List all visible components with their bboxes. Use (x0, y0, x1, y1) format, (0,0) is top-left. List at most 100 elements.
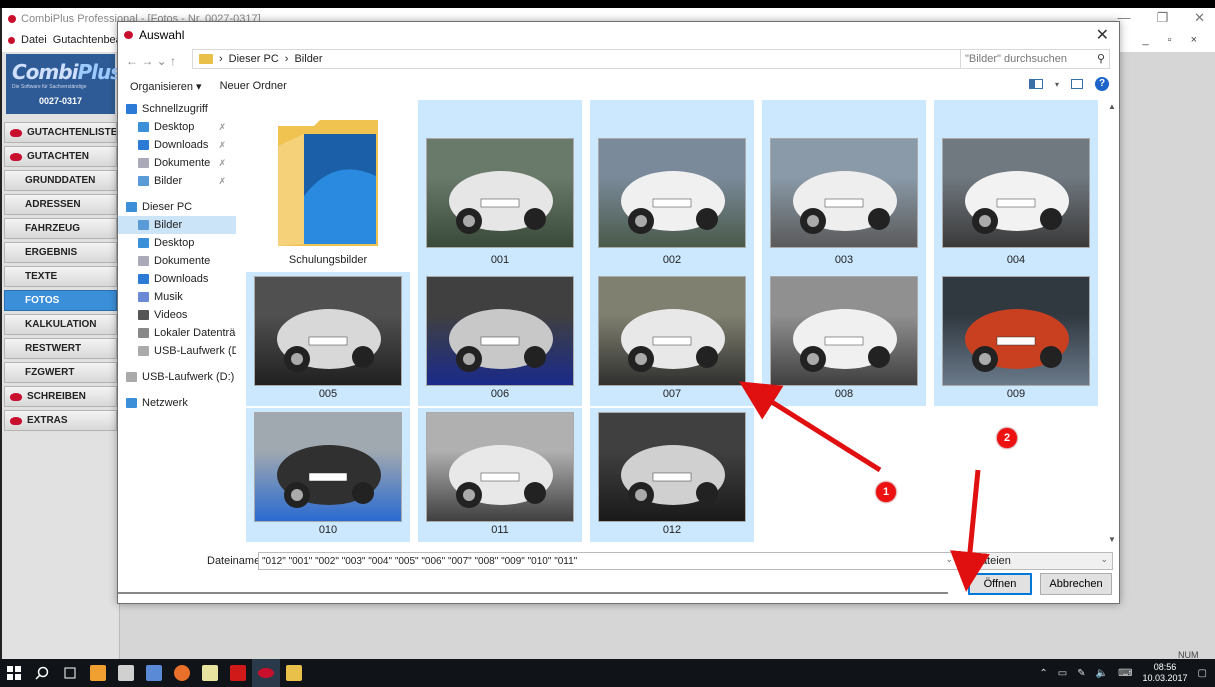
nav-pane-item-desktop[interactable]: Desktop ✗ (118, 118, 236, 136)
breadcrumb-dieser-pc[interactable]: Dieser PC (229, 53, 279, 65)
volume-icon[interactable]: 🔈 (1096, 668, 1108, 679)
nav-pane-item-dieser-pc[interactable]: Dieser PC (118, 198, 236, 216)
pin-icon[interactable]: ✗ (218, 176, 226, 187)
open-button[interactable]: Öffnen (968, 573, 1032, 595)
photo-item[interactable]: 001 (418, 100, 582, 272)
restore-button[interactable]: ❐ (1156, 10, 1168, 26)
photo-item[interactable]: 005 (246, 272, 410, 406)
view-options-icon[interactable] (1028, 79, 1043, 89)
nav-pane-item-lokaler-datenträger[interactable]: Lokaler Datenträger (118, 324, 236, 342)
search-taskbar-icon[interactable] (28, 659, 56, 687)
photo-item[interactable]: 002 (590, 100, 754, 272)
nav-pane-item-musik[interactable]: Musik (118, 288, 236, 306)
photo-item[interactable]: 006 (418, 272, 582, 406)
sidebar-item-gutachten[interactable]: GUTACHTEN (4, 146, 117, 167)
photo-item[interactable]: 010 (246, 408, 410, 542)
address-bar[interactable]: › Dieser PC › Bilder ⌄ (192, 49, 1018, 69)
file-name-label: 008 (834, 388, 854, 400)
filename-dropdown-icon[interactable]: ⌄ (945, 554, 953, 565)
file-name-label: 006 (490, 388, 510, 400)
combiplus-taskbar-icon[interactable] (252, 659, 280, 687)
pin-icon[interactable]: ✗ (218, 158, 226, 169)
organize-button[interactable]: Organisieren ▾ (130, 80, 202, 93)
nav-pane-item-usb-laufwerk-d-[interactable]: USB-Laufwerk (D:) (118, 368, 236, 386)
file-explorer-icon[interactable] (280, 659, 308, 687)
firefox-icon[interactable] (168, 659, 196, 687)
pin-icon[interactable]: ✗ (218, 122, 226, 133)
notifications-icon[interactable]: ▢ (1198, 668, 1207, 679)
car-icon (10, 416, 22, 425)
photo-item[interactable]: 009 (934, 272, 1098, 406)
view-dropdown-icon[interactable]: ▾ (1055, 80, 1059, 89)
menu-datei[interactable]: Datei (21, 34, 47, 46)
mdi-controls[interactable]: _ ▫ × (1142, 34, 1205, 46)
nav-pane-item-downloads[interactable]: Downloads (118, 270, 236, 288)
photo-item[interactable]: 008 (762, 272, 926, 406)
nav-pane-item-desktop[interactable]: Desktop (118, 234, 236, 252)
keyboard-icon[interactable]: ⌨ (1118, 668, 1132, 679)
close-window-button[interactable]: ✕ (1194, 10, 1205, 26)
nav-arrows[interactable]: ← → ⌄ ↑ (126, 54, 176, 68)
help-icon[interactable]: ? (1095, 77, 1109, 91)
puzzle-app-icon[interactable] (224, 659, 252, 687)
nav-pane-item-netzwerk[interactable]: Netzwerk (118, 394, 236, 412)
file-type-filter[interactable]: Dateien ⌄ (968, 552, 1113, 570)
nav-pane-item-dokumente[interactable]: Dokumente (118, 252, 236, 270)
pin-icon[interactable]: ✗ (218, 140, 226, 151)
search-input[interactable]: "Bilder" durchsuchen ⚲ (960, 49, 1110, 69)
sidebar-item-kalkulation[interactable]: KALKULATION (4, 314, 117, 335)
sidebar-item-texte[interactable]: TEXTE (4, 266, 117, 287)
nav-pane-item-dokumente[interactable]: Dokumente ✗ (118, 154, 236, 172)
folder-item[interactable]: Schulungsbilder (246, 100, 410, 272)
sidebar-item-adressen[interactable]: ADRESSEN (4, 194, 117, 215)
desktop-icon (138, 238, 149, 248)
sidebar-item-fotos[interactable]: FOTOS (4, 290, 117, 311)
nav-gap (118, 386, 236, 394)
nav-pane-item-bilder[interactable]: Bilder ✗ (118, 172, 236, 190)
nav-pane-item-videos[interactable]: Videos (118, 306, 236, 324)
sidebar-item-ergebnis[interactable]: ERGEBNIS (4, 242, 117, 263)
task-view-icon[interactable] (56, 659, 84, 687)
nav-pane-item-downloads[interactable]: Downloads ✗ (118, 136, 236, 154)
scroll-up-icon[interactable]: ▲ (1108, 102, 1116, 111)
photo-item[interactable]: 011 (418, 408, 582, 542)
sidebar-item-schreiben[interactable]: SCHREIBEN (4, 386, 117, 407)
outlook-icon[interactable] (84, 659, 112, 687)
pen-icon[interactable]: ✎ (1077, 668, 1085, 679)
search-icon[interactable]: ⚲ (1097, 52, 1105, 65)
photo-thumbnail-icon (426, 138, 574, 248)
notepad-icon[interactable] (196, 659, 224, 687)
sidebar-item-gutachtenliste[interactable]: GUTACHTENLISTE (4, 122, 117, 143)
chevron-up-icon[interactable]: ⌃ (1039, 668, 1047, 679)
filter-dropdown-icon[interactable]: ⌄ (1100, 554, 1108, 565)
photo-item[interactable]: 003 (762, 100, 926, 272)
clock[interactable]: 08:56 10.03.2017 (1143, 662, 1188, 684)
photo-item[interactable]: 004 (934, 100, 1098, 272)
nav-pane-item-usb-laufwerk-d-[interactable]: USB-Laufwerk (D:) (118, 342, 236, 360)
publisher-icon[interactable] (112, 659, 140, 687)
breadcrumb-bilder[interactable]: Bilder (294, 53, 322, 65)
scroll-down-icon[interactable]: ▼ (1108, 535, 1116, 544)
sidebar-item-grunddaten[interactable]: GRUNDDATEN (4, 170, 117, 191)
file-name-label: 009 (1006, 388, 1026, 400)
windows-start-icon[interactable] (0, 659, 28, 687)
sidebar-item-fahrzeug[interactable]: FAHRZEUG (4, 218, 117, 239)
sidebar-item-restwert[interactable]: RESTWERT (4, 338, 117, 359)
sidebar-item-label: FOTOS (25, 295, 60, 306)
filename-input[interactable]: "012" "001" "002" "003" "004" "005" "006… (258, 552, 958, 570)
sidebar-item-extras[interactable]: EXTRAS (4, 410, 117, 431)
photo-item[interactable]: 012 (590, 408, 754, 542)
photo-item[interactable]: 007 (590, 272, 754, 406)
preview-pane-icon[interactable] (1071, 79, 1083, 89)
sidebar-item-label: FZGWERT (25, 367, 75, 378)
dialog-close-button[interactable]: ✕ (1096, 25, 1109, 45)
new-folder-button[interactable]: Neuer Ordner (220, 80, 287, 92)
cancel-button[interactable]: Abbrechen (1040, 573, 1112, 595)
nav-pane-item-schnellzugriff[interactable]: Schnellzugriff (118, 100, 236, 118)
content-scrollbar[interactable]: ▲ ▼ (1106, 100, 1118, 546)
archive-icon[interactable] (140, 659, 168, 687)
sidebar-item-fzgwert[interactable]: FZGWERT (4, 362, 117, 383)
network-icon[interactable]: ▭ (1058, 668, 1067, 679)
nav-pane-item-bilder[interactable]: Bilder (118, 216, 236, 234)
menu-gutachtenbearbeitung[interactable]: Gutachtenbear (53, 34, 126, 46)
